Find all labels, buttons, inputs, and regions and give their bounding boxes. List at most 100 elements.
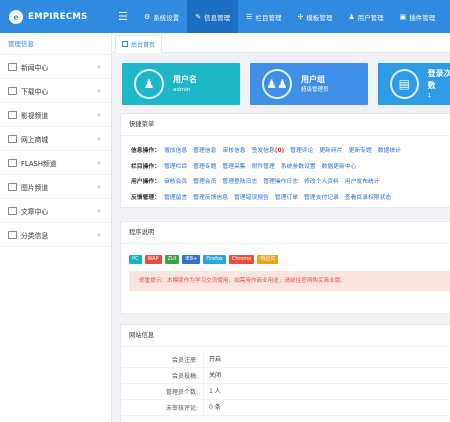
quick-link[interactable]: 管理信息: [193, 145, 216, 154]
sidebar-item-label: 文章中心: [21, 207, 49, 216]
quick-link[interactable]: 管理评论: [290, 145, 313, 154]
main-menu: ⚙ 系统设置 ✎ 信息管理 ☰ 栏目管理 ✣ 模板管理 ♟ 用户管理 ▣ 插件管理: [136, 0, 443, 33]
quick-link-text: 管理操作日志: [263, 179, 298, 186]
quick-link[interactable]: 管理登陆日志: [222, 176, 257, 185]
quick-link[interactable]: 更新专题: [349, 145, 372, 154]
quick-link[interactable]: 修改个人资料: [304, 176, 339, 185]
quick-link[interactable]: 更新碎片: [319, 145, 342, 154]
quick-link[interactable]: 数据更新中心: [322, 161, 357, 170]
info-key: 未审核评论:: [165, 405, 198, 412]
stat-value: 1: [427, 92, 432, 99]
nav-item-2[interactable]: ☰ 栏目管理: [238, 0, 289, 33]
quick-link[interactable]: 管理留言: [164, 192, 187, 201]
chevron-right-icon: »: [97, 62, 102, 71]
sidebar-item-1[interactable]: 下载中心 »: [0, 79, 111, 103]
folder-icon: [8, 86, 17, 95]
info-key: 管理员个数:: [165, 389, 198, 396]
quick-link[interactable]: 管理反馈信息: [193, 192, 228, 201]
menu-toggle-icon[interactable]: ☰: [110, 0, 136, 33]
brand-name: EMPIRECMS: [28, 11, 88, 22]
nav-item-4[interactable]: ♟ 用户管理: [340, 0, 391, 33]
quick-link-text: 用户发布统计: [344, 179, 380, 186]
quick-link[interactable]: 查看目录权限状态: [345, 192, 391, 201]
site-info-row: 未审核评论: 0 条: [121, 399, 450, 416]
nav-label: 信息管理: [204, 13, 231, 22]
quick-menu-row: 信息操作： 增加信息 管理信息 审核信息 签发信息(0) 管理评论 更新碎片 更新专题 数据统计: [121, 142, 450, 158]
edit-icon: ✎: [195, 12, 202, 21]
sidebar-item-label: 图片频道: [21, 183, 49, 192]
quick-row-label: 用户操作：: [131, 179, 160, 186]
quick-row-label: 栏目操作：: [131, 163, 160, 170]
info-value: 关闭: [203, 367, 222, 384]
quick-link[interactable]: 数据统计: [378, 145, 401, 154]
chevron-right-icon: »: [97, 206, 102, 215]
nav-label: 插件管理: [409, 13, 436, 22]
info-value-text: 关闭: [209, 371, 222, 379]
sidebar-item-3[interactable]: 网上商城 »: [0, 127, 111, 151]
quick-link[interactable]: 签发信息(0): [252, 145, 285, 154]
chevron-right-icon: »: [97, 86, 102, 95]
chevron-right-icon: »: [97, 134, 102, 143]
folder-icon: [8, 62, 17, 71]
quick-link-text: 管理栏目: [164, 163, 188, 170]
quick-link[interactable]: 附件管理: [252, 161, 275, 170]
nav-item-5[interactable]: ▣ 插件管理: [392, 0, 444, 33]
site-info-card: 网站信息 会员注册: 开启 会员投稿: 关闭 管理员个数: 1 人未审核评论: 0 条: [120, 324, 450, 422]
info-value-text: 开启: [209, 355, 222, 363]
quick-link[interactable]: 管理错误报告: [234, 192, 269, 201]
quick-link[interactable]: 管理操作日志: [263, 176, 298, 185]
quick-link-text: 更新碎片: [319, 148, 343, 155]
quick-link[interactable]: 管理订单: [275, 192, 298, 201]
quick-menu-row: 用户操作： 审核会员 管理会员 管理登陆日志 管理操作日志 修改个人资料 用户发布统计: [121, 173, 450, 189]
compat-tag: 响应式: [257, 255, 279, 264]
sidebar-item-4[interactable]: FLASH频道 »: [0, 151, 111, 175]
quick-link[interactable]: 管理会员: [193, 176, 216, 185]
quick-link-text: 系统参数设置: [280, 163, 316, 170]
quick-menu-row: 反馈管理： 管理留言 管理反馈信息 管理错误报告 管理订单 管理支付记录 查看目录权限状态: [121, 189, 450, 205]
quick-link[interactable]: 系统参数设置: [281, 161, 316, 170]
sidebar-item-5[interactable]: 图片频道 »: [0, 175, 111, 199]
quick-link[interactable]: 管理专题: [193, 161, 216, 170]
stat-card-1: ♟♟ 用户组 超级管理员: [250, 63, 368, 105]
quick-link[interactable]: 管理栏目: [164, 161, 187, 170]
sidebar-item-2[interactable]: 影视频道 »: [0, 103, 111, 127]
quick-link-text: 管理登陆日志: [222, 179, 258, 186]
plugin-icon: ▣: [399, 12, 407, 21]
program-info-title: 程序说明: [121, 222, 450, 244]
quick-link[interactable]: 审核信息: [222, 145, 245, 154]
stat-text: 用户组 超级管理员: [301, 74, 329, 95]
brand-logo[interactable]: e EMPIRECMS: [0, 0, 110, 33]
quick-link[interactable]: 审核会员: [164, 176, 187, 185]
nav-item-0[interactable]: ⚙ 系统设置: [136, 0, 187, 33]
chevron-right-icon: »: [97, 230, 102, 239]
quick-link-text: 管理错误报告: [234, 194, 269, 201]
nav-label: 系统设置: [153, 13, 180, 22]
quick-link-text: 管理留言: [164, 194, 188, 201]
compat-tag: PC: [129, 255, 142, 264]
sidebar-item-0[interactable]: 新闻中心 »: [0, 55, 111, 79]
quick-link-text: 签发信息: [251, 148, 275, 155]
nav-item-1[interactable]: ✎ 信息管理: [187, 0, 239, 33]
quick-link[interactable]: 增加信息: [164, 145, 187, 154]
chevron-right-icon: »: [97, 158, 102, 167]
nav-label: 用户管理: [357, 13, 384, 22]
quick-link[interactable]: 管理支付记录: [304, 192, 339, 201]
folder-icon: [8, 182, 17, 191]
nav-label: 栏目管理: [255, 13, 282, 22]
sidebar-item-7[interactable]: 分类信息 »: [0, 223, 111, 247]
chart-icon: ▤: [390, 69, 419, 99]
quick-link-text: 管理采集: [222, 163, 246, 170]
pending-count-badge: (0): [274, 148, 285, 155]
sidebar-item-6[interactable]: 文章中心 »: [0, 199, 111, 223]
folder-icon: [8, 230, 17, 239]
list-icon: ☰: [246, 12, 253, 21]
quick-link[interactable]: 用户发布统计: [345, 176, 380, 185]
compat-tags: PC WAP ZUI IE8+ Firefox Chrome 响应式: [121, 244, 450, 264]
quick-link[interactable]: 管理采集: [222, 161, 245, 170]
sidebar-item-label: 新闻中心: [21, 63, 49, 72]
tab-home[interactable]: 后台首页: [115, 35, 163, 53]
stat-text: 登录次数 1: [428, 68, 450, 101]
sidebar-list: 新闻中心» 下载中心» 影视频道» 网上商城» FLASH频道» 图片频道» 文章中心» 分类…: [0, 55, 111, 247]
nav-item-3[interactable]: ✣ 模板管理: [289, 0, 340, 33]
site-info-title: 网站信息: [121, 325, 450, 347]
